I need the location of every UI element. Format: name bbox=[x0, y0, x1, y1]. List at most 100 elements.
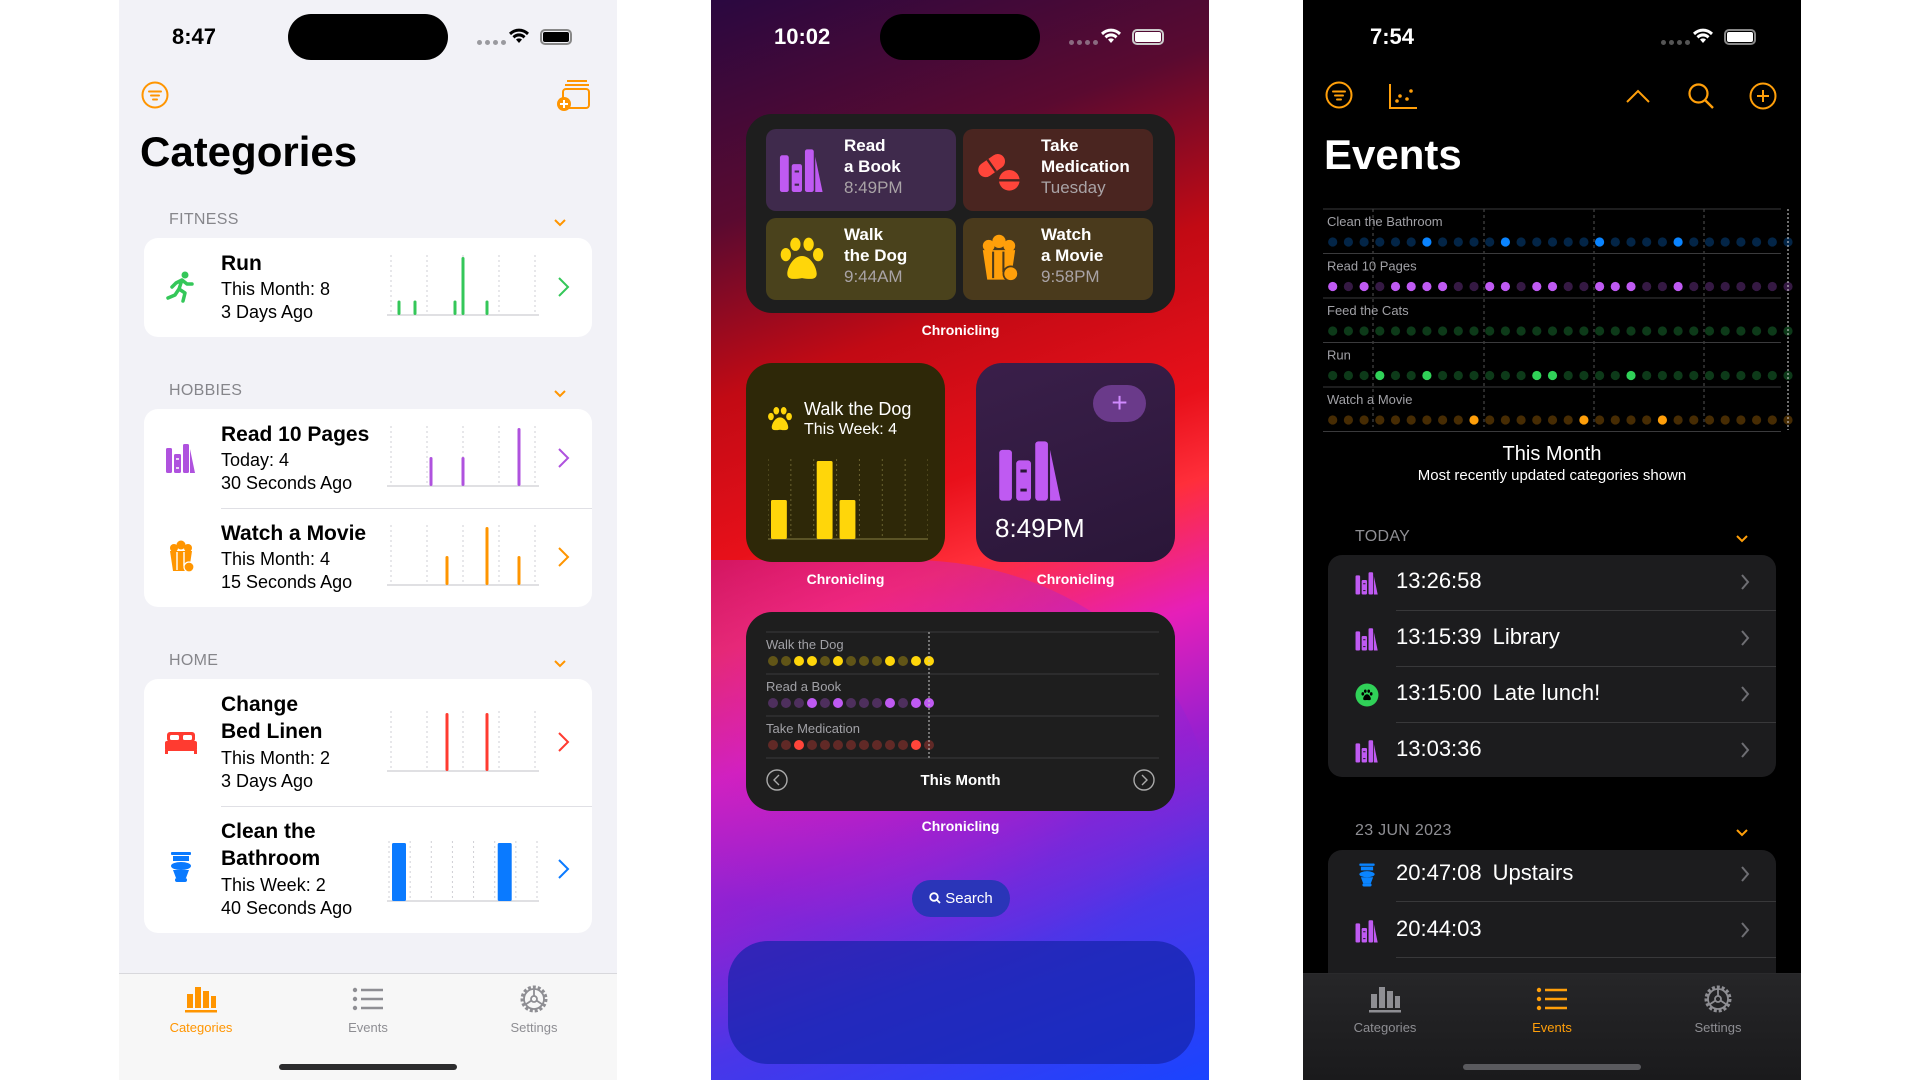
event-row[interactable]: 13:26:58 bbox=[1328, 554, 1776, 610]
timeline-dot bbox=[1595, 326, 1605, 336]
timeline-dot bbox=[1547, 326, 1558, 336]
chart-scatter-icon[interactable] bbox=[1388, 82, 1418, 110]
timeline-dot bbox=[1579, 281, 1589, 292]
tab-events[interactable]: Events bbox=[1492, 984, 1612, 1035]
timeline-dot bbox=[807, 698, 817, 708]
timeline-dot bbox=[1328, 237, 1338, 247]
disclosure-chevron-icon bbox=[1741, 686, 1750, 702]
widget-tile-read-a-book[interactable]: Read a Book 8:49PM bbox=[766, 129, 956, 211]
events-dot-timeline: Clean the Bathroom Read 10 Pages Feed the … bbox=[1323, 208, 1793, 432]
timeline-dot bbox=[807, 656, 817, 666]
timeline-dot bbox=[820, 656, 830, 666]
timeline-dot bbox=[1657, 237, 1667, 247]
pawprint-icon bbox=[768, 407, 792, 431]
timeline-dot bbox=[1406, 415, 1416, 425]
chart-bar-icon bbox=[1369, 987, 1401, 1013]
section-header-today: TODAY bbox=[1355, 528, 1411, 545]
timeline-dot bbox=[1406, 281, 1416, 292]
timeline-dot bbox=[1343, 415, 1353, 425]
chart-bar-icon bbox=[185, 987, 217, 1013]
category-title-line2: Bathroom bbox=[221, 847, 321, 870]
add-event-icon[interactable] bbox=[1749, 82, 1777, 110]
category-row-run[interactable]: Run This Month: 8 3 Days Ago bbox=[144, 238, 592, 337]
timeline-dot bbox=[1642, 415, 1652, 425]
event-row[interactable]: 20:47:08 Upstairs bbox=[1328, 846, 1776, 902]
event-row[interactable]: 20:44:03 bbox=[1328, 902, 1776, 958]
chart-bar bbox=[392, 843, 406, 901]
books-vertical-icon bbox=[1354, 570, 1380, 596]
gear-icon bbox=[520, 985, 548, 1013]
collapse-chevron-icon[interactable] bbox=[1735, 532, 1749, 546]
chart-bar bbox=[497, 843, 512, 901]
timeline-dot bbox=[1438, 326, 1448, 336]
timeline-dot bbox=[1610, 415, 1620, 425]
category-row-bathroom[interactable]: Clean the Bathroom This Week: 2 40 Secon… bbox=[144, 806, 592, 933]
widget-tile-walk-the-dog[interactable]: Walk the Dog 9:44AM bbox=[766, 218, 956, 300]
category-mini-chart bbox=[387, 841, 539, 902]
tab-label: Categories bbox=[169, 1020, 233, 1035]
event-time: 13:15:39 Library bbox=[1396, 624, 1560, 649]
books-vertical-icon bbox=[1354, 918, 1380, 944]
category-updated: 40 Seconds Ago bbox=[221, 898, 353, 918]
collapse-chevron-icon[interactable] bbox=[553, 657, 567, 671]
timeline-dot bbox=[820, 740, 830, 750]
timeline-dot bbox=[1736, 370, 1746, 381]
event-row[interactable]: 13:03:36 bbox=[1328, 722, 1776, 778]
timeline-dot bbox=[807, 740, 817, 750]
read-book-widget[interactable]: + 8:49PM bbox=[976, 363, 1175, 562]
widget-tile-watch-a-movie[interactable]: Watch a Movie 9:58PM bbox=[963, 218, 1153, 300]
add-category-icon[interactable] bbox=[556, 78, 592, 112]
collapse-chevron-icon[interactable] bbox=[1735, 826, 1749, 840]
books-icon bbox=[166, 444, 195, 473]
category-updated: 3 Days Ago bbox=[221, 302, 314, 322]
next-period-button[interactable] bbox=[1133, 769, 1155, 791]
timeline-dot bbox=[1767, 415, 1777, 425]
timeline-dot bbox=[1642, 281, 1652, 292]
timeline-dot bbox=[1579, 237, 1589, 247]
disclosure-chevron-icon bbox=[558, 859, 570, 879]
filter-icon[interactable] bbox=[1325, 81, 1353, 109]
event-time: 13:15:00 Late lunch! bbox=[1396, 680, 1601, 705]
chart-bar bbox=[461, 457, 465, 486]
chevron-up-icon[interactable] bbox=[1625, 88, 1651, 104]
category-row-bed[interactable]: Change Bed Linen This Month: 2 3 Days Ag… bbox=[144, 679, 592, 806]
timeline-dot bbox=[1328, 415, 1338, 425]
timeline-dot bbox=[872, 656, 882, 666]
tab-label: Settings bbox=[510, 1020, 558, 1035]
collapse-chevron-icon[interactable] bbox=[553, 216, 567, 230]
tab-categories[interactable]: Categories bbox=[141, 984, 261, 1035]
battery-icon bbox=[1724, 29, 1756, 45]
chart-bar bbox=[485, 713, 489, 771]
category-mini-chart bbox=[387, 525, 539, 586]
timeline-dot bbox=[1390, 415, 1401, 425]
timeline-dot bbox=[1390, 237, 1401, 247]
timeline-dot bbox=[820, 698, 830, 708]
event-row[interactable]: 13:15:00 Late lunch! bbox=[1328, 666, 1776, 722]
walk-dog-chart-widget[interactable]: Walk the Dog This Week: 4 bbox=[746, 363, 945, 562]
timeline-dot bbox=[781, 656, 791, 666]
event-row[interactable]: 13:15:39 Library bbox=[1328, 610, 1776, 666]
category-row-movie[interactable]: Watch a Movie This Month: 4 15 Seconds A… bbox=[144, 508, 592, 607]
collapse-chevron-icon[interactable] bbox=[553, 387, 567, 401]
timeline-dot bbox=[1783, 415, 1793, 425]
filter-icon[interactable] bbox=[141, 81, 169, 109]
tab-settings[interactable]: Settings bbox=[1658, 984, 1778, 1035]
timeline-dot bbox=[1343, 237, 1353, 247]
timeline-dot bbox=[1390, 370, 1401, 381]
timeline-dot bbox=[859, 740, 869, 750]
category-updated: 3 Days Ago bbox=[221, 771, 314, 791]
category-mini-chart bbox=[387, 711, 539, 772]
spotlight-search-button[interactable]: Search bbox=[912, 880, 1010, 917]
status-time: 7:54 bbox=[1370, 24, 1415, 49]
tab-categories[interactable]: Categories bbox=[1325, 984, 1445, 1035]
timeline-dot bbox=[1485, 370, 1495, 381]
tab-events[interactable]: Events bbox=[308, 984, 428, 1035]
category-updated: 30 Seconds Ago bbox=[221, 473, 353, 493]
today-events-card: 13:26:58 13:15:39 Library 13:15:00 Late lu… bbox=[1328, 555, 1776, 777]
timeline-dot bbox=[1516, 326, 1526, 336]
search-icon[interactable] bbox=[1687, 82, 1715, 110]
category-row-read[interactable]: Read 10 Pages Today: 4 30 Seconds Ago bbox=[144, 409, 592, 508]
widget-tile-take-medication[interactable]: Take Medication Tuesday bbox=[963, 129, 1153, 211]
tab-settings[interactable]: Settings bbox=[474, 984, 594, 1035]
log-event-button[interactable]: + bbox=[1093, 385, 1146, 422]
